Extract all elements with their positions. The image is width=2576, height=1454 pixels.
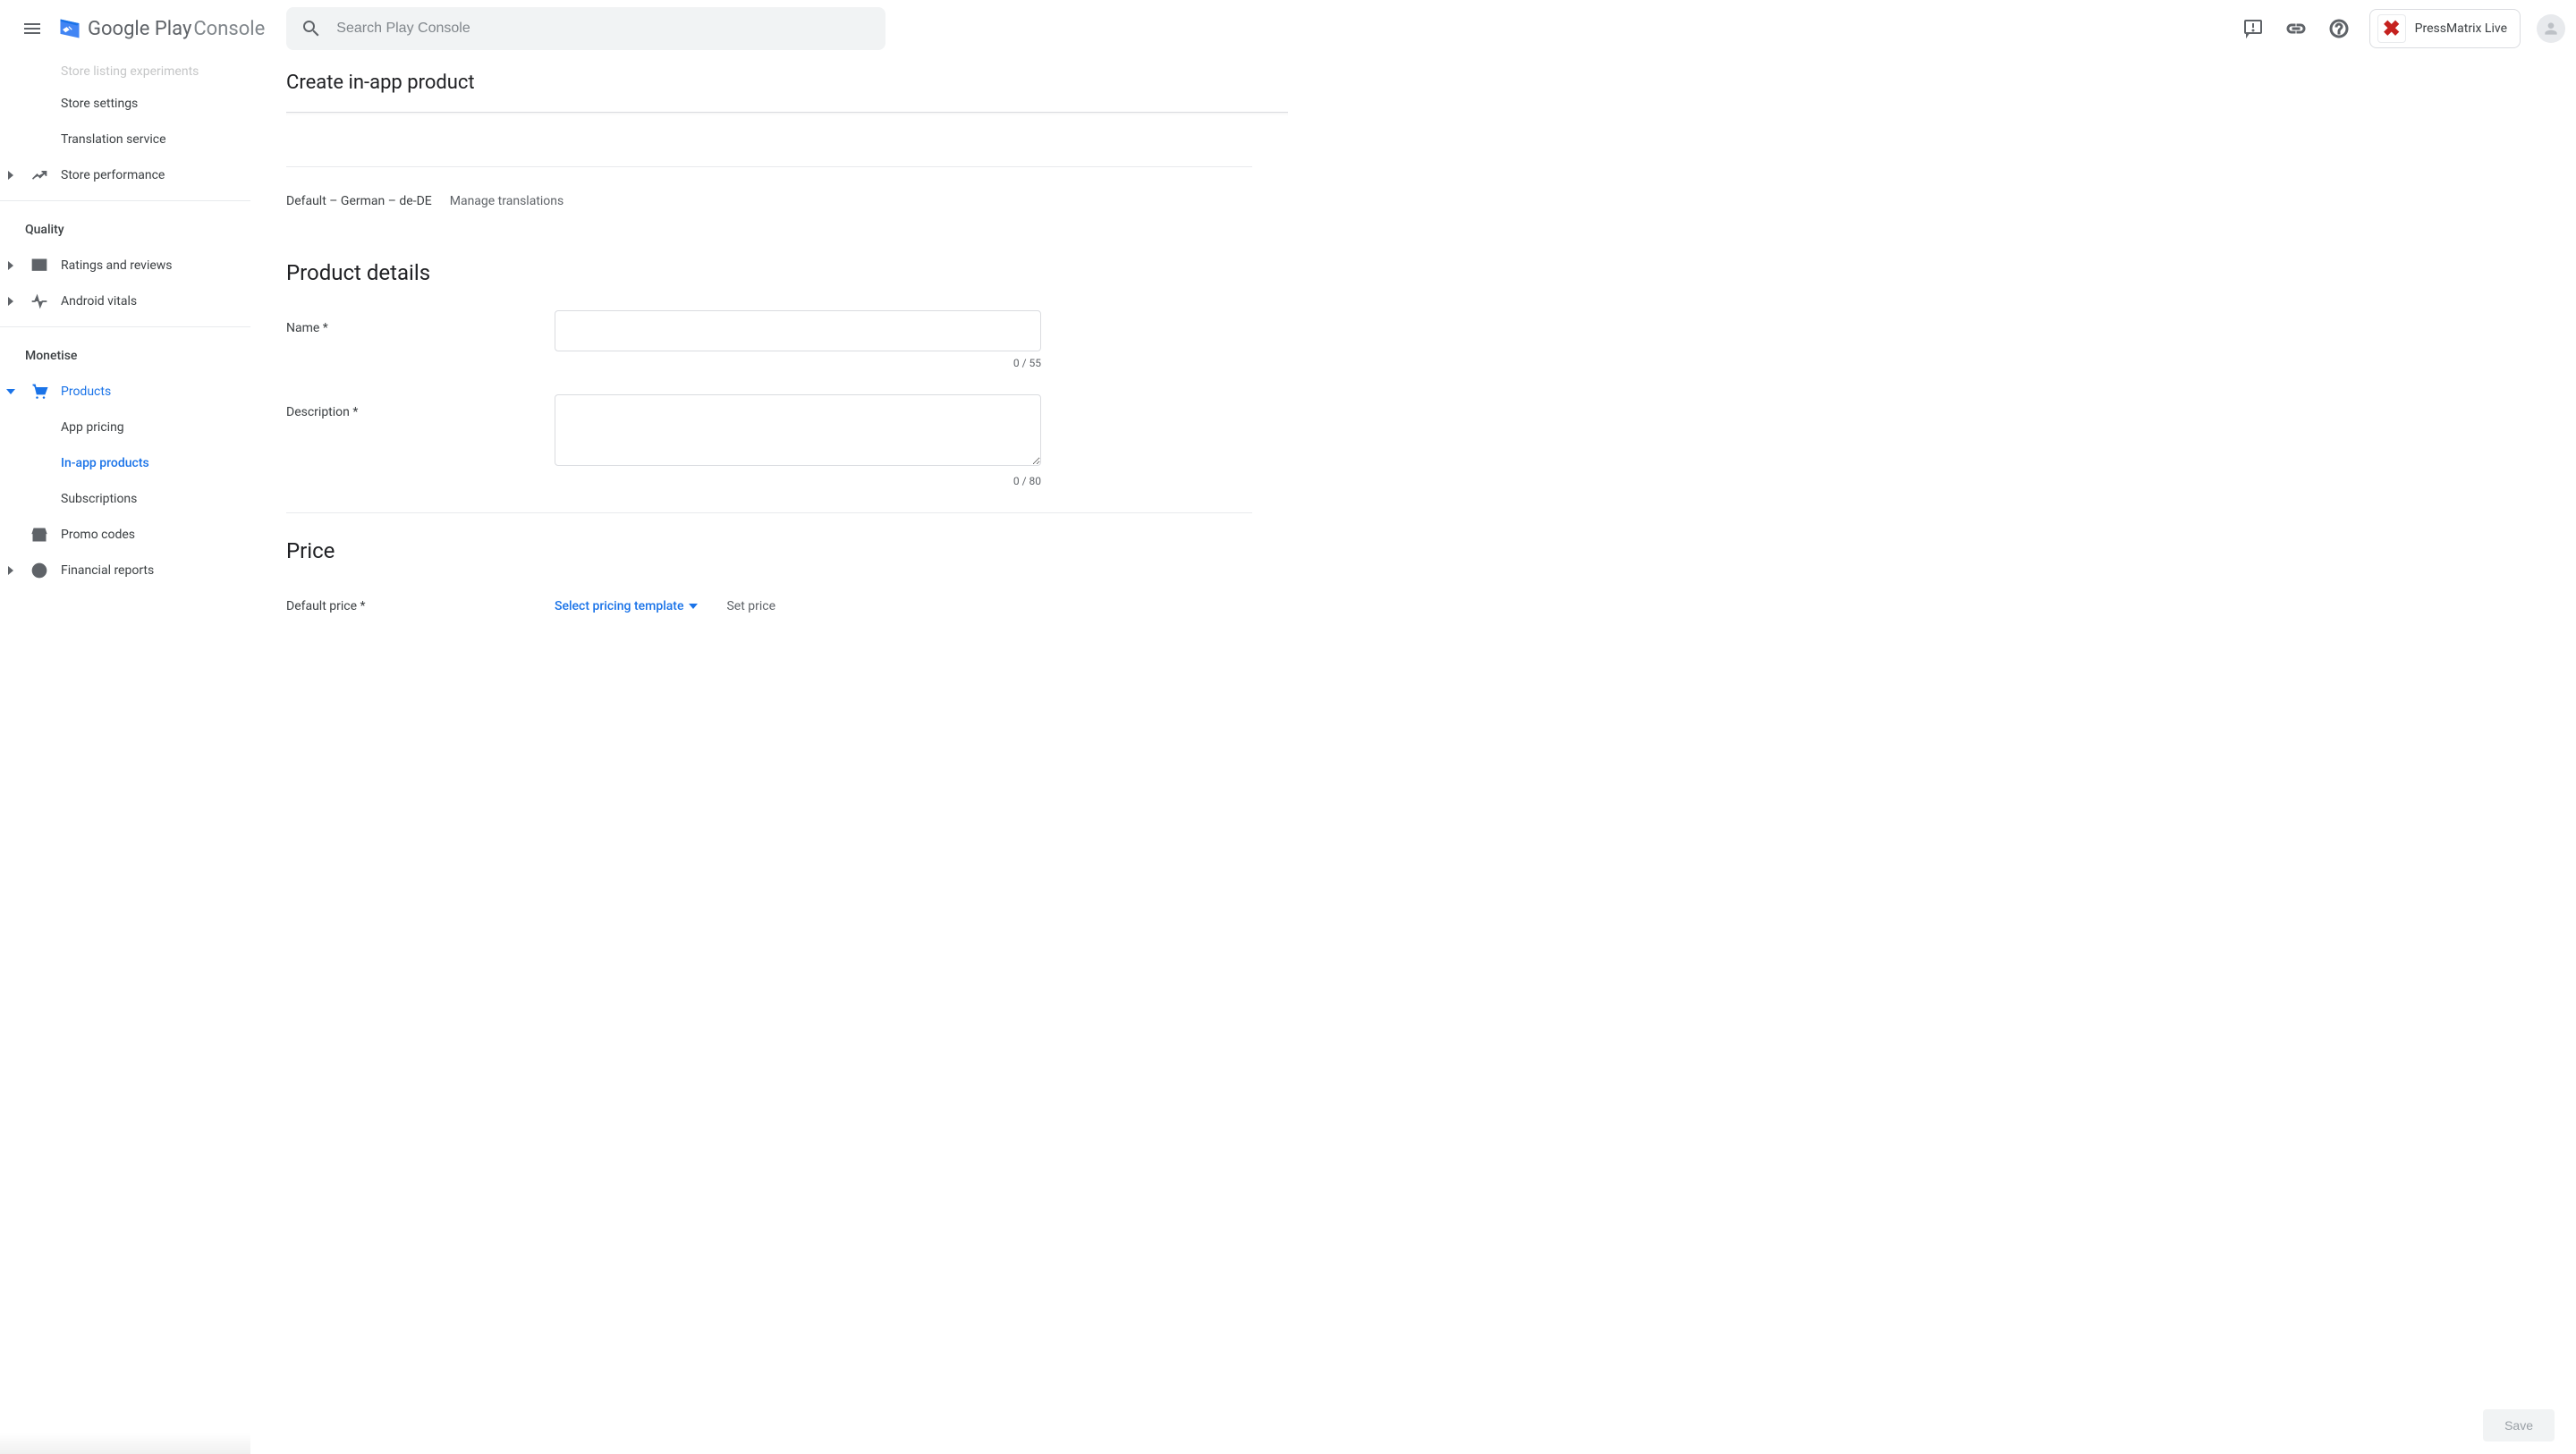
field-row-name: Name * 0 / 55	[286, 310, 1252, 369]
header-actions: ✖ PressMatrix Live	[2235, 9, 2565, 48]
section-product-details: Product details	[286, 260, 1252, 285]
menu-button[interactable]	[11, 7, 54, 50]
search-box[interactable]	[286, 7, 886, 50]
app-icon: ✖	[2377, 14, 2406, 43]
account-avatar[interactable]	[2537, 14, 2565, 43]
description-counter: 0 / 80	[555, 475, 1041, 487]
save-button[interactable]: Save	[2483, 1409, 2555, 1441]
language-row: Default – German – de-DE Manage translat…	[286, 167, 1252, 235]
feedback-button[interactable]	[2235, 11, 2271, 46]
logo[interactable]: Google Play Console	[57, 16, 265, 41]
dropdown-arrow-icon	[689, 602, 698, 611]
sidebar-section-quality: Quality	[0, 208, 250, 248]
default-language: Default – German – de-DE	[286, 194, 432, 208]
logo-text: Google Play Console	[88, 18, 265, 40]
sidebar-item-financial-reports[interactable]: Financial reports	[0, 553, 250, 588]
chevron-right-icon	[6, 297, 15, 306]
chevron-right-icon	[6, 171, 15, 180]
field-row-description: Description * 0 / 80	[286, 394, 1252, 487]
sidebar-item-promo-codes[interactable]: Promo codes	[0, 517, 250, 553]
hamburger-icon	[21, 18, 43, 39]
pricing-template-dropdown[interactable]: Select pricing template	[555, 599, 698, 613]
label-default-price: Default price *	[286, 588, 555, 613]
sidebar-item-truncated[interactable]: Store listing experiments	[0, 57, 250, 86]
name-counter: 0 / 55	[555, 357, 1041, 369]
sidebar-item-app-pricing[interactable]: App pricing	[0, 410, 250, 445]
footer-bar: Save	[250, 1397, 2576, 1454]
manage-translations-link[interactable]: Manage translations	[450, 194, 564, 208]
feedback-icon	[2242, 18, 2264, 39]
chevron-right-icon	[6, 261, 15, 270]
section-price: Price	[286, 538, 1252, 563]
search-input[interactable]	[336, 21, 871, 37]
name-input[interactable]	[555, 310, 1041, 351]
sidebar-item-ratings-reviews[interactable]: Ratings and reviews	[0, 248, 250, 283]
play-console-logo-icon	[57, 16, 82, 41]
app-name: PressMatrix Live	[2415, 21, 2507, 36]
sidebar-section-monetise: Monetise	[0, 334, 250, 374]
description-textarea[interactable]	[555, 394, 1041, 466]
label-name: Name *	[286, 310, 555, 335]
vitals-icon	[30, 292, 48, 310]
storefront-icon	[30, 526, 48, 544]
chevron-down-icon	[6, 387, 15, 396]
link-button[interactable]	[2278, 11, 2314, 46]
label-description: Description *	[286, 394, 555, 419]
reviews-icon	[30, 257, 48, 275]
field-row-default-price: Default price * Select pricing template …	[286, 588, 1252, 613]
main-content: Create in-app product Default – German –…	[250, 57, 1288, 728]
sidebar: Store listing experiments Store settings…	[0, 57, 250, 1454]
app-selector[interactable]: ✖ PressMatrix Live	[2369, 9, 2521, 48]
page-title: Create in-app product	[286, 57, 1252, 112]
app-header: Google Play Console ✖ PressMatrix Live	[0, 0, 2576, 57]
sidebar-item-store-performance[interactable]: Store performance	[0, 157, 250, 193]
search-icon	[301, 18, 322, 39]
dollar-circle-icon	[30, 562, 48, 579]
help-icon	[2328, 18, 2350, 39]
sidebar-item-store-settings[interactable]: Store settings	[0, 86, 250, 122]
chevron-right-icon	[6, 566, 15, 575]
sidebar-item-android-vitals[interactable]: Android vitals	[0, 283, 250, 319]
help-button[interactable]	[2321, 11, 2357, 46]
link-icon	[2285, 18, 2307, 39]
sidebar-item-translation-service[interactable]: Translation service	[0, 122, 250, 157]
person-icon	[2542, 20, 2560, 38]
sidebar-item-subscriptions[interactable]: Subscriptions	[0, 481, 250, 517]
cart-icon	[30, 383, 48, 401]
sidebar-item-in-app-products[interactable]: In-app products	[0, 445, 250, 481]
set-price-link[interactable]: Set price	[726, 599, 775, 613]
sidebar-item-products[interactable]: Products	[0, 374, 250, 410]
trending-icon	[30, 166, 48, 184]
